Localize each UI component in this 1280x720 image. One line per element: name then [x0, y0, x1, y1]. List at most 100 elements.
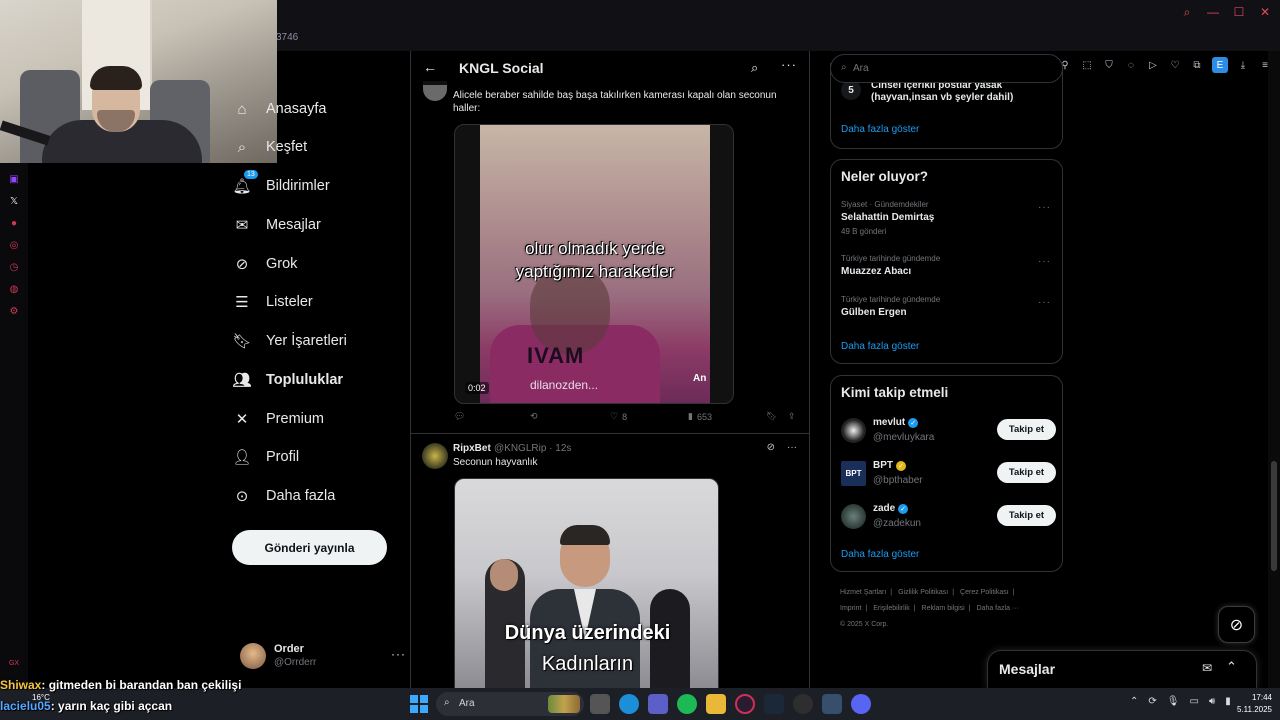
back-arrow-icon[interactable]: ←: [423, 59, 437, 75]
trend-item[interactable]: Türkiye tarihinde gündemde Gülben Ergen …: [841, 295, 1051, 318]
file-explorer-icon[interactable]: [706, 694, 726, 714]
footer-link[interactable]: Çerez Politikası: [960, 589, 1009, 596]
post[interactable]: RipxBet @KNGLRip · 12s ⊘ ··· Seconun hay…: [411, 435, 809, 688]
footer-link[interactable]: Gizlilik Politikası: [898, 589, 948, 596]
more-icon[interactable]: ···: [787, 442, 797, 453]
scrollbar-thumb[interactable]: [1271, 461, 1277, 571]
vpn-icon[interactable]: ◌: [1124, 58, 1138, 72]
music-icon[interactable]: ●: [0, 218, 28, 229]
messages-drawer[interactable]: Mesajlar ✉ ⌃: [987, 650, 1257, 688]
task-view-icon[interactable]: [590, 694, 610, 714]
avatar[interactable]: BPT: [841, 461, 866, 486]
search-icon[interactable]: ⌕: [751, 60, 758, 76]
screenshot-icon[interactable]: ⬚: [1080, 58, 1094, 72]
more-icon[interactable]: ···: [1038, 256, 1051, 267]
more-icon[interactable]: ···: [781, 57, 797, 72]
windows-start-icon[interactable]: [410, 695, 428, 713]
like-button[interactable]: ♡ 8: [610, 411, 627, 422]
grok-icon[interactable]: ⊘: [767, 442, 775, 453]
post-meta[interactable]: @KNGLRip · 12s: [494, 443, 571, 454]
follow-button[interactable]: Takip et: [997, 419, 1056, 440]
footer-link[interactable]: Reklam bilgisi: [922, 605, 965, 612]
nav-messages[interactable]: ✉ Mesajlar: [232, 210, 321, 240]
views-button[interactable]: ▮ 653: [688, 411, 712, 422]
teams-icon[interactable]: [648, 694, 668, 714]
opera-gx-icon[interactable]: [735, 694, 755, 714]
nav-bookmarks[interactable]: 🔖︎ Yer İşaretleri: [232, 326, 346, 356]
volume-icon[interactable]: 🔊︎: [1209, 696, 1215, 707]
spotify-icon[interactable]: [677, 694, 697, 714]
avatar[interactable]: [422, 443, 448, 469]
post-image[interactable]: Dünya üzerindeki Kadınların: [454, 478, 719, 688]
nav-lists[interactable]: ☰ Listeler: [232, 287, 312, 317]
settings-icon[interactable]: ⚙: [0, 306, 28, 317]
sync-icon[interactable]: ⟳: [1148, 696, 1156, 707]
footer-link[interactable]: Imprint: [840, 605, 861, 612]
github-icon[interactable]: [793, 694, 813, 714]
reply-icon[interactable]: 💬︎: [454, 411, 465, 422]
follow-suggestion[interactable]: mevlut ✓ @mevluykara Takip et: [841, 416, 1056, 446]
more-icon[interactable]: ···: [1038, 202, 1051, 213]
display-icon[interactable]: ▭: [1189, 696, 1198, 707]
maximize-icon[interactable]: ☐: [1232, 5, 1246, 19]
nav-premium[interactable]: ✕ Premium: [232, 404, 324, 434]
show-more-link[interactable]: Daha fazla göster: [841, 549, 919, 560]
post-author-name[interactable]: RipxBet: [453, 443, 491, 454]
search-icon[interactable]: ⌕: [1180, 5, 1194, 19]
follow-button[interactable]: Takip et: [997, 462, 1056, 483]
heart-icon[interactable]: ♡: [1168, 58, 1182, 72]
close-icon[interactable]: ✕: [1258, 5, 1272, 19]
discord-icon[interactable]: [851, 694, 871, 714]
nav-grok[interactable]: ⊘ Grok: [232, 249, 298, 279]
post-video[interactable]: IVAM olur olmadık yerde yaptığımız harak…: [454, 124, 734, 404]
x-icon[interactable]: 𝕏: [0, 196, 28, 207]
nav-home[interactable]: ⌂ Anasayfa: [232, 94, 326, 124]
bag-icon[interactable]: ◍: [0, 284, 28, 295]
follow-suggestion[interactable]: zade ✓ @zadekun Takip et: [841, 502, 1056, 532]
network-app-icon[interactable]: [822, 694, 842, 714]
footer-link[interactable]: Hizmet Şartları: [840, 589, 886, 596]
post-button[interactable]: Gönderi yayınla: [232, 530, 387, 565]
chevron-up-icon[interactable]: ⌃: [1226, 659, 1237, 675]
history-icon[interactable]: ◷: [0, 262, 28, 273]
more-icon[interactable]: ···: [1038, 297, 1051, 308]
post[interactable]: Alicele beraber sahilde baş başa takılır…: [411, 81, 809, 434]
steam-icon[interactable]: [764, 694, 784, 714]
show-more-link[interactable]: Daha fazla göster: [841, 341, 919, 352]
follow-button[interactable]: Takip et: [997, 505, 1056, 526]
minimize-icon[interactable]: —: [1206, 5, 1220, 19]
player-icon[interactable]: ◎: [0, 240, 28, 251]
trend-item[interactable]: Siyaset · Gündemdekiler Selahattin Demir…: [841, 200, 1051, 236]
nav-explore[interactable]: ⌕ Keşfet: [232, 132, 307, 162]
nav-communities[interactable]: 👥︎ Topluluklar: [232, 365, 343, 395]
new-message-icon[interactable]: ✉: [1202, 661, 1212, 675]
shield-icon[interactable]: ⛉: [1102, 58, 1116, 72]
nav-notifications[interactable]: 🔔︎ 13 Bildirimler: [232, 170, 330, 201]
download-icon[interactable]: ⤓: [1236, 58, 1250, 72]
grok-button[interactable]: ⊘: [1218, 606, 1255, 643]
repost-icon[interactable]: ⟲: [530, 411, 538, 422]
avatar[interactable]: [841, 418, 866, 443]
footer-link[interactable]: Erişilebilirlik: [873, 605, 910, 612]
account-switcher[interactable]: Order @Orrderr ···: [240, 643, 406, 671]
weather-widget[interactable]: 16°C: [32, 693, 50, 702]
taskbar-search[interactable]: ⌕ Ara: [436, 692, 584, 716]
more-icon[interactable]: ···: [391, 647, 406, 661]
edge-icon[interactable]: [619, 694, 639, 714]
share-icon[interactable]: ⇪: [788, 411, 796, 422]
trend-item[interactable]: Türkiye tarihinde gündemde Muazzez Abacı…: [841, 254, 1051, 277]
profile-icon[interactable]: E: [1212, 57, 1228, 73]
show-more-link[interactable]: Daha fazla göster: [841, 124, 919, 135]
twitch-icon[interactable]: ▣: [0, 174, 28, 185]
nav-more[interactable]: ⊙ Daha fazla: [232, 481, 336, 511]
scrollbar[interactable]: [1268, 51, 1280, 688]
footer-link[interactable]: Daha fazla ···: [977, 605, 1019, 612]
play-icon[interactable]: ▷: [1146, 58, 1160, 72]
taskbar-clock[interactable]: 17:44 5.11.2025: [1230, 692, 1272, 716]
follow-suggestion[interactable]: BPT BPT ✓ @bpthaber Takip et: [841, 459, 1056, 489]
chevron-up-icon[interactable]: ⌃: [1130, 696, 1138, 707]
microphone-icon[interactable]: 🎙︎: [1167, 696, 1180, 707]
nav-profile[interactable]: 👤︎ Profil: [232, 442, 299, 472]
extensions-icon[interactable]: ⧉: [1190, 58, 1204, 72]
bookmark-icon[interactable]: 🔖︎: [766, 411, 777, 422]
